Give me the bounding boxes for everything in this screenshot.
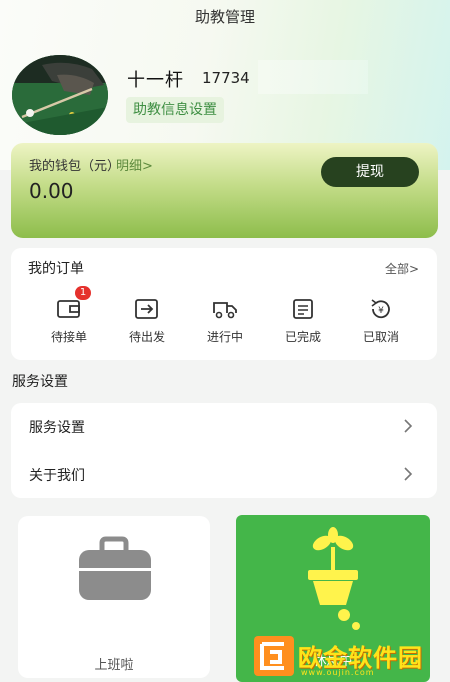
order-status-label: 待出发 [128,330,165,344]
service-section-title: 服务设置 [12,374,68,390]
avatar[interactable] [12,55,108,135]
plant-icon [308,527,360,630]
menu-item-service-settings[interactable]: 服务设置 [11,403,437,450]
refund-icon: ¥ [371,299,390,319]
watermark-url: www.oujin.com [301,668,375,677]
profile-id: 17734 [202,69,250,87]
chevron-right-icon [404,467,413,481]
orders-title: 我的订单 [28,261,84,277]
wallet-amount: 0.00 [29,179,74,203]
pending-count-badge: 1 [75,286,91,300]
order-status-label: 已完成 [284,330,321,344]
redaction-mask [258,60,368,94]
on-duty-label: 上班啦 [94,658,134,673]
withdraw-button[interactable]: 提现 [321,157,419,187]
wallet-detail-link[interactable]: 明细> [116,155,153,174]
orders-card: 我的订单 全部> 1 待接单 待出发 进行中 已完成 ¥ 已取消 [11,248,437,360]
order-status-completed[interactable]: 已完成 [264,298,342,345]
order-status-in-progress[interactable]: 进行中 [186,298,264,345]
wallet-label: 我的钱包（元） [29,159,121,174]
wallet-icon [57,300,80,318]
svg-text:¥: ¥ [378,306,384,316]
avatar-photo [12,55,108,135]
export-icon [135,299,158,319]
truck-icon [213,302,237,319]
settings-menu: 服务设置 关于我们 [11,403,437,498]
profile-settings-button[interactable]: 助教信息设置 [126,97,224,123]
order-status-cancelled[interactable]: ¥ 已取消 [342,298,420,345]
wallet-card: 我的钱包（元） 明细> 0.00 提现 [11,143,438,238]
order-status-pending-accept[interactable]: 1 待接单 [30,286,108,345]
briefcase-icon [79,536,151,600]
order-status-label: 待接单 [50,330,87,344]
page-title: 助教管理 [194,8,255,26]
document-icon [293,299,313,319]
order-status-to-depart[interactable]: 待出发 [108,298,186,345]
order-status-label: 进行中 [206,330,243,344]
orders-all-link[interactable]: 全部> [385,260,419,277]
chevron-right-icon [404,419,413,433]
watermark-logo-icon [254,636,294,676]
profile-name: 十一杆 [127,70,184,91]
menu-item-about-us[interactable]: 关于我们 [11,451,437,498]
menu-item-label: 服务设置 [29,420,85,436]
menu-item-label: 关于我们 [29,468,85,484]
order-status-label: 已取消 [362,330,399,344]
on-duty-tile[interactable]: 上班啦 [18,516,210,678]
